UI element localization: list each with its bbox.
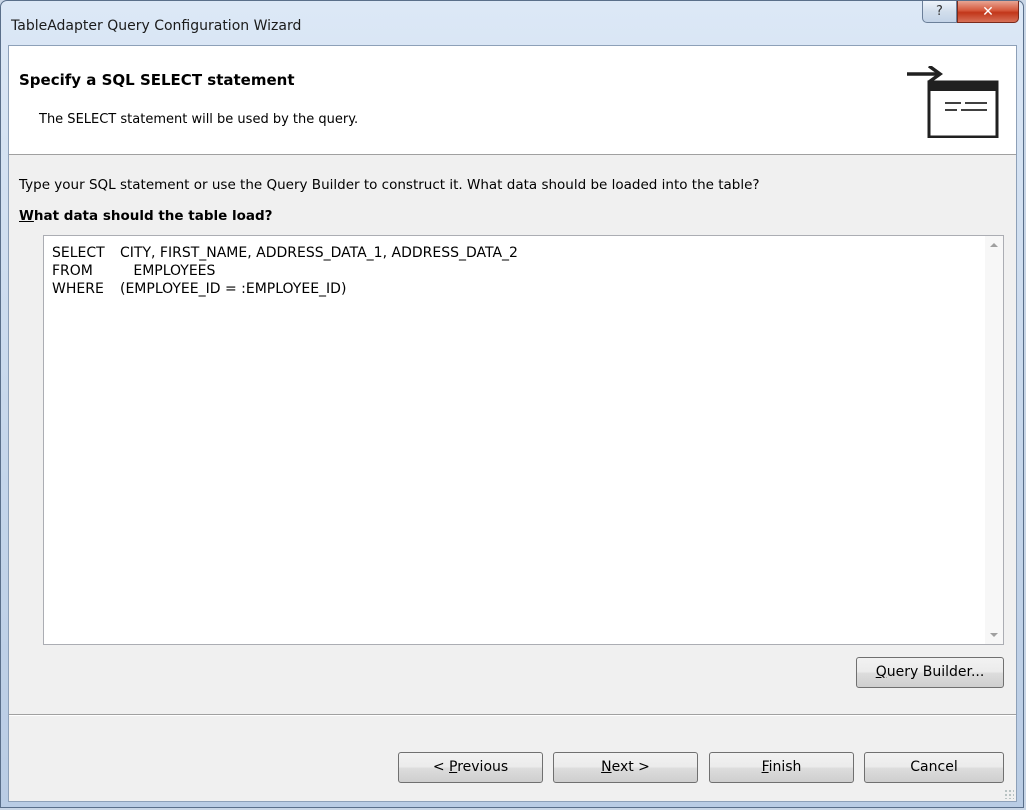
wizard-client-area: Specify a SQL SELECT statement The SELEC… bbox=[8, 45, 1017, 802]
chevron-up-icon bbox=[990, 243, 998, 247]
sql-clause: CITY, FIRST_NAME, ADDRESS_DATA_1, ADDRES… bbox=[120, 245, 518, 261]
finish-label: inish bbox=[768, 759, 802, 775]
wizard-header: Specify a SQL SELECT statement The SELEC… bbox=[9, 46, 1016, 155]
sql-text: SELECT CITY, FIRST_NAME, ADDRESS_DATA_1,… bbox=[52, 244, 518, 298]
previous-mnemonic: P bbox=[449, 759, 458, 775]
previous-button[interactable]: < Previous bbox=[398, 752, 543, 783]
resize-grip[interactable] bbox=[1004, 789, 1014, 799]
title-bar[interactable]: TableAdapter Query Configuration Wizard … bbox=[1, 1, 1023, 45]
sql-clause: EMPLOYEES bbox=[120, 263, 216, 279]
query-builder-button[interactable]: Query Builder... bbox=[856, 657, 1004, 688]
finish-button[interactable]: Finish bbox=[709, 752, 854, 783]
next-button[interactable]: Next > bbox=[553, 752, 698, 783]
instructions-text: Type your SQL statement or use the Query… bbox=[19, 177, 760, 193]
previous-prefix: < bbox=[432, 759, 449, 775]
sql-statement-textarea[interactable]: SELECT CITY, FIRST_NAME, ADDRESS_DATA_1,… bbox=[43, 235, 1004, 645]
next-label: ext > bbox=[611, 759, 650, 775]
help-icon: ? bbox=[936, 4, 943, 19]
wizard-window: TableAdapter Query Configuration Wizard … bbox=[0, 0, 1024, 808]
cancel-button[interactable]: Cancel bbox=[864, 752, 1004, 783]
chevron-down-icon bbox=[990, 633, 998, 637]
previous-label: revious bbox=[457, 759, 509, 775]
close-button[interactable]: ✕ bbox=[957, 1, 1019, 23]
sql-statement-icon bbox=[907, 66, 999, 138]
sql-keyword: FROM bbox=[52, 263, 93, 279]
sql-label-mnemonic: W bbox=[19, 208, 34, 224]
sql-keyword: SELECT bbox=[52, 245, 105, 261]
sql-line: FROM EMPLOYEES bbox=[52, 262, 518, 280]
sql-clause: (EMPLOYEE_ID = :EMPLOYEE_ID) bbox=[120, 281, 347, 297]
page-title: Specify a SQL SELECT statement bbox=[19, 71, 295, 89]
close-icon: ✕ bbox=[982, 3, 994, 20]
sql-keyword: WHERE bbox=[52, 281, 104, 297]
help-button[interactable]: ? bbox=[922, 1, 957, 23]
query-builder-mnemonic: Q bbox=[875, 664, 887, 680]
finish-mnemonic: F bbox=[761, 759, 769, 775]
sql-line: SELECT CITY, FIRST_NAME, ADDRESS_DATA_1,… bbox=[52, 244, 518, 262]
query-builder-label: uery Builder... bbox=[886, 664, 985, 680]
scroll-down-button[interactable] bbox=[985, 626, 1003, 644]
sql-label: What data should the table load? bbox=[19, 208, 272, 224]
footer-separator bbox=[9, 714, 1016, 716]
sql-line: WHERE (EMPLOYEE_ID = :EMPLOYEE_ID) bbox=[52, 280, 518, 298]
next-mnemonic: N bbox=[601, 759, 612, 775]
vertical-scrollbar[interactable] bbox=[985, 236, 1003, 644]
sql-label-text: hat data should the table load? bbox=[33, 208, 273, 224]
page-subtitle: The SELECT statement will be used by the… bbox=[39, 112, 359, 127]
window-title: TableAdapter Query Configuration Wizard bbox=[11, 18, 302, 34]
scroll-up-button[interactable] bbox=[985, 236, 1003, 254]
